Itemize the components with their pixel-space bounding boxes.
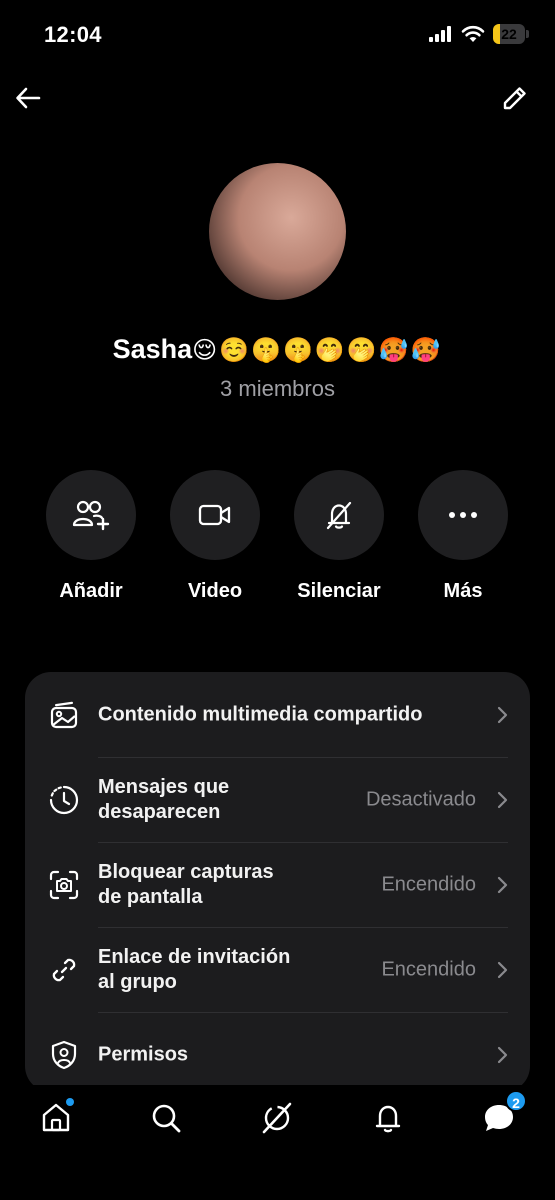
link-icon [47, 953, 81, 987]
tab-grok[interactable] [257, 1098, 297, 1138]
pencil-icon [503, 87, 526, 110]
timer-icon [47, 783, 81, 817]
shared-media-label: Contenido multimedia compartido [98, 703, 423, 725]
more-label: Más [443, 580, 483, 602]
more-action[interactable]: Más [401, 470, 525, 603]
settings-row-disappearing-messages[interactable]: Mensajes que desaparecen Desactivado [25, 757, 530, 842]
mute-label: Silenciar [297, 580, 381, 602]
chevron-right-icon [497, 1046, 508, 1063]
tab-notifications[interactable] [368, 1098, 408, 1138]
video-label: Video [187, 580, 243, 602]
settings-row-shared-media[interactable]: Contenido multimedia compartido [25, 672, 530, 757]
status-icons: 22 [429, 24, 529, 44]
status-time: 12:04 [44, 22, 102, 47]
settings-row-invite-link[interactable]: Enlace de invitación al grupo Encendido [25, 927, 530, 1012]
mute-button[interactable] [294, 470, 384, 560]
media-gallery-icon [47, 698, 81, 732]
notifications-bell-icon [375, 1105, 401, 1133]
block-screenshots-value: Encendido [381, 873, 476, 895]
home-icon [42, 1103, 70, 1132]
cellular-signal-icon [429, 26, 451, 42]
wifi-icon [461, 25, 485, 42]
home-notification-dot [66, 1098, 74, 1106]
grok-icon [262, 1102, 292, 1134]
video-camera-icon [198, 504, 231, 526]
action-row: Añadir Video Silenciar Más [0, 470, 555, 610]
group-name: Sasha😌☺️🤫🤫🤭🤭🥵🥵 [0, 334, 555, 365]
bottom-tab-bar: 2 [0, 1085, 555, 1200]
edit-group-button[interactable] [497, 80, 533, 116]
add-member-action[interactable]: Añadir [29, 470, 153, 603]
block-screenshots-label: Bloquear capturas de pantalla [98, 860, 274, 908]
disappearing-messages-value: Desactivado [365, 788, 476, 810]
add-people-icon [72, 500, 110, 531]
shield-user-icon [47, 1038, 81, 1072]
chevron-right-icon [497, 706, 508, 723]
tab-search[interactable] [146, 1098, 186, 1138]
settings-row-permissions[interactable]: Permisos [25, 1012, 530, 1092]
group-avatar[interactable] [209, 163, 346, 300]
battery-level: 22 [501, 26, 517, 42]
member-count[interactable]: 3 miembros [0, 376, 555, 402]
more-button[interactable] [418, 470, 508, 560]
battery-indicator: 22 [493, 24, 529, 44]
video-action[interactable]: Video [153, 470, 277, 603]
video-call-button[interactable] [170, 470, 260, 560]
invite-link-label: Enlace de invitación al grupo [98, 945, 291, 993]
chevron-right-icon [497, 791, 508, 808]
search-icon [152, 1104, 181, 1133]
tab-home[interactable] [36, 1098, 76, 1138]
tab-messages[interactable]: 2 [479, 1090, 527, 1138]
group-name-text: Sasha [112, 334, 193, 364]
back-button[interactable] [10, 80, 46, 116]
more-dots-icon [449, 512, 477, 518]
settings-row-block-screenshots[interactable]: Bloquear capturas de pantalla Encendido [25, 842, 530, 927]
status-bar: 12:04 22 [0, 0, 555, 70]
chevron-right-icon [497, 961, 508, 978]
messages-badge: 2 [505, 1090, 527, 1112]
chevron-right-icon [497, 876, 508, 893]
group-name-emoji: 😌☺️🤫🤫🤭🤭🥵🥵 [192, 336, 443, 364]
add-member-label: Añadir [59, 580, 123, 602]
disappearing-messages-label: Mensajes que desaparecen [98, 775, 230, 823]
bell-off-icon [326, 501, 352, 530]
group-settings-card: Contenido multimedia compartido Mensajes… [25, 672, 530, 1092]
invite-link-value: Encendido [381, 958, 476, 980]
screenshot-camera-icon [47, 868, 81, 902]
add-member-button[interactable] [46, 470, 136, 560]
permissions-label: Permisos [98, 1043, 189, 1065]
arrow-left-icon [16, 87, 41, 109]
mute-action[interactable]: Silenciar [277, 470, 401, 603]
